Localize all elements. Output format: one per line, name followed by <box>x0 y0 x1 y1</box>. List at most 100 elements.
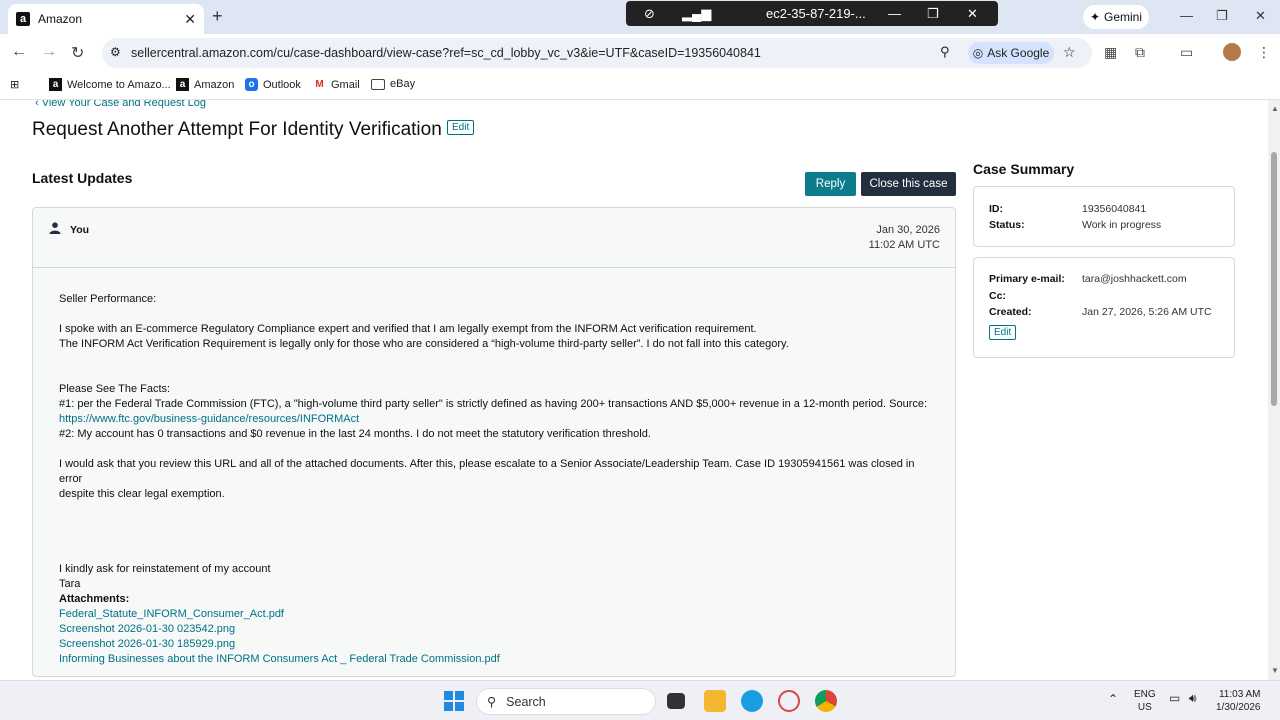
attachment-link[interactable]: Federal_Statute_INFORM_Consumer_Act.pdf <box>59 607 929 622</box>
signal-icon: ▂▄▆ <box>682 6 712 21</box>
gemini-button[interactable]: ✦ Gemini <box>1083 5 1149 29</box>
close-case-button[interactable]: Close this case <box>861 172 956 196</box>
back-icon[interactable]: ← <box>11 43 27 61</box>
ask-google-button[interactable]: ◎ Ask Google <box>968 42 1054 64</box>
window-minimize-icon[interactable]: — <box>1180 8 1193 23</box>
bookmarks-bar: ⊞ a Welcome to Amazo... a Amazon o Outlo… <box>0 72 1280 100</box>
scroll-up-icon[interactable]: ▲ <box>1271 104 1279 113</box>
reload-icon[interactable]: ↻ <box>71 43 84 63</box>
email-label: Primary e-mail: <box>989 273 1065 285</box>
bookmark-label: eBay <box>390 78 416 90</box>
site-info-icon[interactable]: ⚙ <box>110 45 121 59</box>
message-line: I kindly ask for reinstatement of my acc… <box>59 563 271 575</box>
url-text[interactable]: sellercentral.amazon.com/cu/case-dashboa… <box>131 46 761 60</box>
message-line: The INFORM Act Verification Requirement … <box>59 338 789 350</box>
task-view-icon[interactable] <box>667 693 685 709</box>
bookmark-welcome[interactable]: a Welcome to Amazo... <box>49 78 171 91</box>
browser-tab-amazon[interactable]: a Amazon ✕ <box>8 4 204 34</box>
attachment-link[interactable]: Screenshot 2026-01-30 185929.png <box>59 637 929 652</box>
case-status-label: Status: <box>989 219 1025 231</box>
clock-date: 1/30/2026 <box>1216 702 1261 713</box>
chrome-icon[interactable] <box>815 690 837 712</box>
bookmark-amazon[interactable]: a Amazon <box>176 78 234 91</box>
remote-desktop-bar: ⊘ ▂▄▆ ec2-35-87-219-... — ❐ ✕ <box>626 1 998 26</box>
case-status-row: Status: Work in progress <box>989 219 1161 231</box>
extensions-icon[interactable]: ⧉ <box>1135 44 1145 61</box>
new-tab-button[interactable]: + <box>212 6 223 27</box>
case-contact-card: Primary e-mail: tara@joshhackett.com Cc:… <box>973 257 1235 358</box>
forward-icon[interactable]: → <box>41 43 57 61</box>
browser-tab-strip: a Amazon ✕ + ⊘ ▂▄▆ ec2-35-87-219-... — ❐… <box>0 0 1280 34</box>
edge-icon[interactable] <box>741 690 763 712</box>
search-label: Search <box>506 694 546 709</box>
gmail-icon: M <box>315 79 324 90</box>
reply-button[interactable]: Reply <box>805 172 856 196</box>
bookmark-gmail[interactable]: M Gmail <box>313 78 360 91</box>
folder-icon <box>371 78 385 90</box>
latest-updates-heading: Latest Updates <box>32 170 133 186</box>
show-hidden-icons-icon[interactable]: ⌃ <box>1108 693 1118 706</box>
close-tab-icon[interactable]: ✕ <box>184 11 196 28</box>
edit-contact-button[interactable]: Edit <box>989 325 1017 340</box>
message-date: Jan 30, 2026 <box>876 224 940 236</box>
attachment-link[interactable]: Screenshot 2026-01-30 023542.png <box>59 622 929 637</box>
message-sender: You <box>70 224 90 236</box>
restore-icon[interactable]: ❐ <box>927 6 939 22</box>
ftc-source-link[interactable]: https://www.ftc.gov/business-guidance/re… <box>59 412 929 427</box>
search-icon: ⚲ <box>487 695 497 709</box>
message-line: I spoke with an E-commerce Regulatory Co… <box>59 323 757 335</box>
bookmark-ebay[interactable]: eBay <box>371 78 415 90</box>
volume-icon[interactable]: 🔊︎ <box>1189 692 1197 705</box>
attachment-link[interactable]: Informing Businesses about the INFORM Co… <box>59 652 929 667</box>
created-row: Created: Jan 27, 2026, 5:26 AM UTC <box>989 306 1212 318</box>
zoom-icon[interactable]: ⚲ <box>940 44 950 60</box>
profile-avatar[interactable] <box>1223 43 1241 61</box>
case-id-row: ID: 19356040841 <box>989 203 1146 215</box>
clock-time: 11:03 AM <box>1218 689 1261 700</box>
scrollbar-thumb[interactable] <box>1271 152 1277 406</box>
message-signature: Tara <box>59 578 81 590</box>
message-time: 11:02 AM UTC <box>868 239 940 251</box>
back-to-case-log-link[interactable]: ‹ View Your Case and Request Log <box>35 100 206 109</box>
address-bar[interactable]: ⚙ sellercentral.amazon.com/cu/case-dashb… <box>102 38 1092 68</box>
message-header: You Jan 30, 2026 11:02 AM UTC <box>33 208 955 268</box>
windows-start-icon[interactable] <box>444 691 464 711</box>
case-id-value: 19356040841 <box>1082 203 1147 215</box>
message-body: Seller Performance: I spoke with an E-co… <box>59 292 929 667</box>
unpin-icon[interactable]: ⊘ <box>644 6 655 22</box>
gemini-label: Gemini <box>1104 10 1143 24</box>
apps-icon[interactable]: ⊞ <box>10 78 19 91</box>
bookmark-star-icon[interactable]: ☆ <box>1063 44 1076 61</box>
language-indicator[interactable]: ENG US <box>1134 688 1156 714</box>
window-close-icon[interactable]: ✕ <box>1255 8 1266 24</box>
file-explorer-icon[interactable] <box>704 690 726 712</box>
message-line: Please See The Facts: <box>59 383 171 395</box>
close-icon[interactable]: ✕ <box>967 6 978 22</box>
message-line: #1: per the Federal Trade Commission (FT… <box>59 398 928 410</box>
outlook-icon: o <box>245 78 258 91</box>
bookmark-outlook[interactable]: o Outlook <box>245 78 301 91</box>
network-icon[interactable]: ▭ <box>1169 692 1180 705</box>
reading-mode-icon[interactable]: ▭ <box>1180 44 1193 61</box>
edit-title-button[interactable]: Edit <box>447 120 475 135</box>
browser-toolbar: ← → ↻ ⚙ sellercentral.amazon.com/cu/case… <box>0 34 1280 72</box>
case-summary-title: Case Summary <box>973 161 1075 177</box>
cc-label: Cc: <box>989 290 1006 302</box>
menu-icon[interactable]: ⋮ <box>1257 44 1271 61</box>
amazon-icon: a <box>176 78 189 91</box>
snipping-tool-icon[interactable] <box>778 690 800 712</box>
taskbar-search[interactable]: ⚲ Search <box>476 688 656 715</box>
window-restore-icon[interactable]: ❐ <box>1216 8 1228 24</box>
clock[interactable]: 11:03 AM 1/30/2026 <box>1216 688 1261 714</box>
bookmark-label: Gmail <box>331 78 360 91</box>
page-scrollbar[interactable]: ▲ ▼ <box>1268 100 1280 680</box>
amazon-icon: a <box>49 78 62 91</box>
message-line: despite this clear legal exemption. <box>59 488 225 500</box>
message-line: Seller Performance: <box>59 293 157 305</box>
scroll-down-icon[interactable]: ▼ <box>1271 666 1279 675</box>
qr-icon[interactable]: ▦ <box>1104 44 1117 61</box>
tab-title: Amazon <box>38 12 83 26</box>
minimize-icon[interactable]: — <box>888 6 901 21</box>
gemini-icon: ✦ <box>1089 10 1101 24</box>
user-icon <box>49 222 61 234</box>
